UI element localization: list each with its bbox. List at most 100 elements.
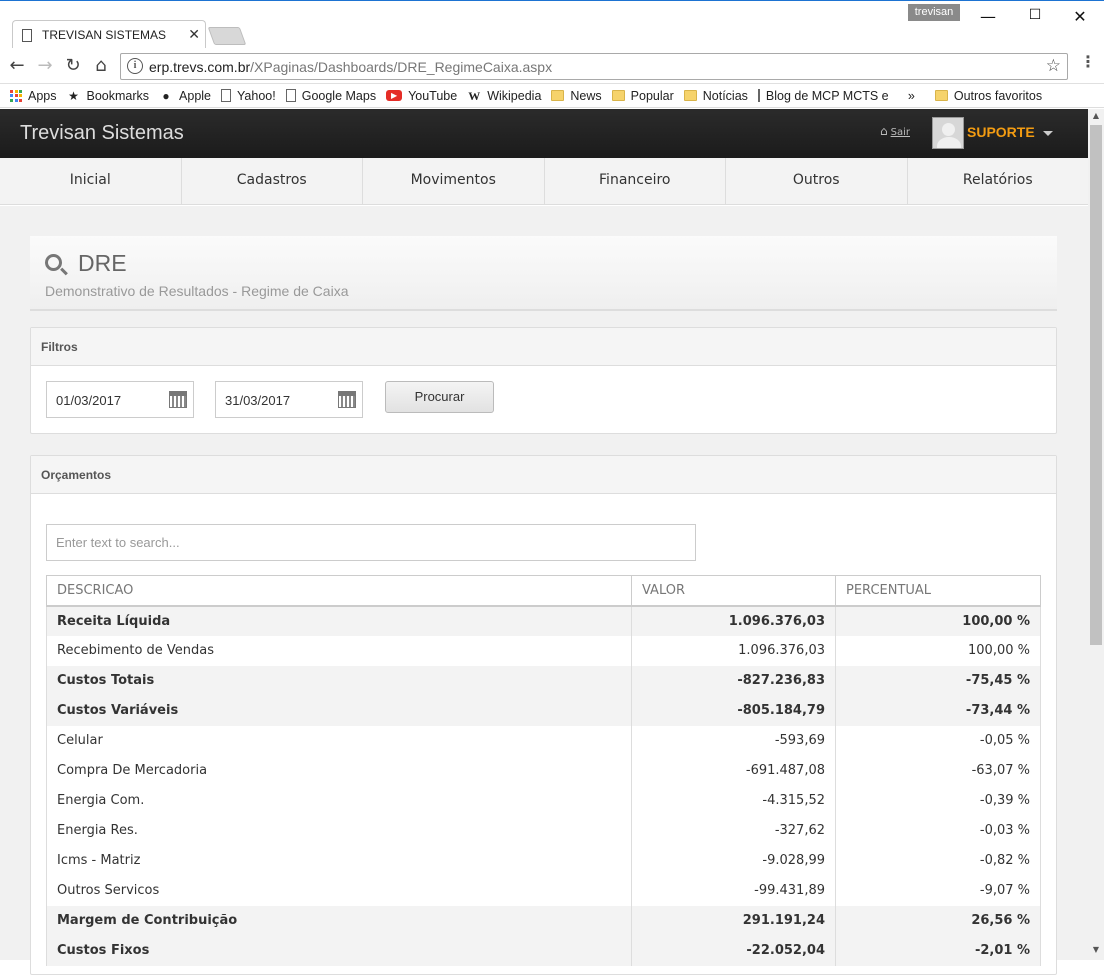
cell-descricao: Custos Fixos [46,935,632,966]
page-title-box: DRE Demonstrativo de Resultados - Regime… [30,236,1057,311]
avatar[interactable] [932,117,964,149]
nav-cadastros[interactable]: Cadastros [182,158,363,204]
table-row[interactable]: Custos Totais -827.236,83 -75,45 % [46,665,1041,696]
cell-valor: -9.028,99 [631,845,836,876]
page-scrollbar[interactable]: ▲ ▼ [1088,109,1104,960]
star-icon: ★ [68,88,79,103]
calendar-icon[interactable] [338,391,356,408]
table-row[interactable]: Receita Líquida 1.096.376,03 100,00 % [46,605,1041,636]
bookmark-apps[interactable]: Apps [10,89,57,103]
cell-descricao: Custos Totais [46,665,632,696]
reload-icon[interactable]: ↻ [62,55,84,76]
back-icon[interactable]: ← [6,55,28,76]
budgets-panel: Orçamentos Enter text to search... DESCR… [30,455,1057,975]
cell-percentual: -73,44 % [835,695,1041,726]
bookmark-apple[interactable]: ● Apple [159,89,211,103]
scroll-down-icon[interactable]: ▼ [1088,945,1104,954]
cell-valor: 1.096.376,03 [631,605,836,636]
minimize-icon[interactable]: — [978,7,998,26]
browser-toolbar: ← → ↻ ⌂ i erp.trevs.com.br/XPaginas/Dash… [0,48,1104,84]
main-nav: Inicial Cadastros Movimentos Financeiro … [0,158,1088,205]
cell-descricao: Celular [46,725,632,756]
bookmark-yahoo[interactable]: Yahoo! [221,89,276,103]
cell-valor: -4.315,52 [631,785,836,816]
table-row[interactable]: Compra De Mercadoria -691.487,08 -63,07 % [46,755,1041,786]
bookmark-bookmarks[interactable]: ★ Bookmarks [67,88,149,103]
grid-search-input[interactable]: Enter text to search... [46,524,696,561]
close-tab-icon[interactable]: ✕ [188,27,200,43]
date-to-field[interactable]: 31/03/2017 [215,381,363,418]
column-header-descricao[interactable]: DESCRICAO [46,575,632,607]
bookmark-popular[interactable]: Popular [611,89,674,103]
info-icon[interactable]: i [127,58,143,74]
home-icon[interactable]: ⌂ [90,55,112,76]
nav-relatorios[interactable]: Relatórios [908,158,1089,204]
bookmark-noticias[interactable]: Notícias [683,89,748,103]
page-subtitle: Demonstrativo de Resultados - Regime de … [45,283,349,299]
caret-down-icon [1042,130,1053,136]
cell-percentual: 100,00 % [835,605,1041,636]
column-header-percentual[interactable]: PERCENTUAL [835,575,1041,607]
address-bar[interactable]: i erp.trevs.com.br/XPaginas/Dashboards/D… [120,53,1068,80]
cell-percentual: -0,05 % [835,725,1041,756]
page-title: DRE [78,250,127,276]
bookmark-star-icon[interactable]: ☆ [1046,56,1061,76]
bookmark-google-maps[interactable]: Google Maps [285,89,376,103]
cell-valor: -827.236,83 [631,665,836,696]
budgets-heading: Orçamentos [31,456,1056,494]
table-row[interactable]: Energia Com. -4.315,52 -0,39 % [46,785,1041,816]
forward-icon[interactable]: → [34,55,56,76]
cell-percentual: -0,82 % [835,845,1041,876]
date-from-field[interactable]: 01/03/2017 [46,381,194,418]
nav-movimentos[interactable]: Movimentos [363,158,545,204]
site-header: Trevisan Sistemas ⌂ Sair SUPORTE [0,109,1088,158]
nav-financeiro[interactable]: Financeiro [545,158,726,204]
cell-descricao: Compra De Mercadoria [46,755,632,786]
profile-badge[interactable]: trevisan [908,4,960,21]
bookmark-blog[interactable]: Blog de MCP MCTS e [757,89,888,103]
new-tab-button[interactable] [207,27,247,45]
logout-link[interactable]: ⌂ Sair [880,124,910,138]
maximize-icon[interactable]: ☐ [1025,7,1045,23]
table-row[interactable]: Icms - Matriz -9.028,99 -0,82 % [46,845,1041,876]
cell-valor: -22.052,04 [631,935,836,966]
cell-valor: -99.431,89 [631,875,836,906]
search-icon [45,254,62,271]
bookmark-wikipedia[interactable]: W Wikipedia [467,89,541,103]
youtube-icon: ▶ [386,90,403,101]
table-row[interactable]: Energia Res. -327,62 -0,03 % [46,815,1041,846]
url-text: erp.trevs.com.br/XPaginas/Dashboards/DRE… [149,59,553,75]
table-row[interactable]: Celular -593,69 -0,05 % [46,725,1041,756]
column-header-valor[interactable]: VALOR [631,575,836,607]
page-icon [285,89,296,102]
cell-descricao: Outros Servicos [46,875,632,906]
search-button[interactable]: Procurar [385,381,494,413]
scrollbar-thumb[interactable] [1090,125,1102,645]
table-row[interactable]: Recebimento de Vendas 1.096.376,03 100,00 … [46,635,1041,666]
home-icon: ⌂ [880,124,888,138]
bookmark-other-favorites[interactable]: Outros favoritos [934,89,1042,103]
cell-percentual: 100,00 % [835,635,1041,666]
scroll-up-icon[interactable]: ▲ [1088,111,1104,120]
nav-inicial[interactable]: Inicial [0,158,182,204]
bookmark-youtube[interactable]: ▶ YouTube [386,89,457,103]
close-window-icon[interactable]: ✕ [1070,7,1090,26]
user-menu[interactable]: SUPORTE [967,124,1053,140]
cell-percentual: -9,07 % [835,875,1041,906]
cell-percentual: 26,56 % [835,905,1041,936]
table-row[interactable]: Custos Variáveis -805.184,79 -73,44 % [46,695,1041,726]
filters-heading: Filtros [31,328,1056,366]
bookmarks-overflow-button[interactable]: » [908,89,915,103]
browser-menu-icon[interactable]: ⋮ [1080,52,1096,71]
cell-percentual: -0,39 % [835,785,1041,816]
bookmark-news[interactable]: News [551,89,602,103]
page-content: DRE Demonstrativo de Resultados - Regime… [0,206,1088,975]
table-row[interactable]: Outros Servicos -99.431,89 -9,07 % [46,875,1041,906]
table-row[interactable]: Custos Fixos -22.052,04 -2,01 % [46,935,1041,966]
brand-title[interactable]: Trevisan Sistemas [20,122,184,145]
table-row[interactable]: Margem de Contribuição 291.191,24 26,56 % [46,905,1041,936]
nav-outros[interactable]: Outros [726,158,908,204]
browser-tab-content[interactable]: TREVISAN SISTEMAS ✕ [22,23,200,47]
calendar-icon[interactable] [169,391,187,408]
wikipedia-icon: W [468,88,481,103]
